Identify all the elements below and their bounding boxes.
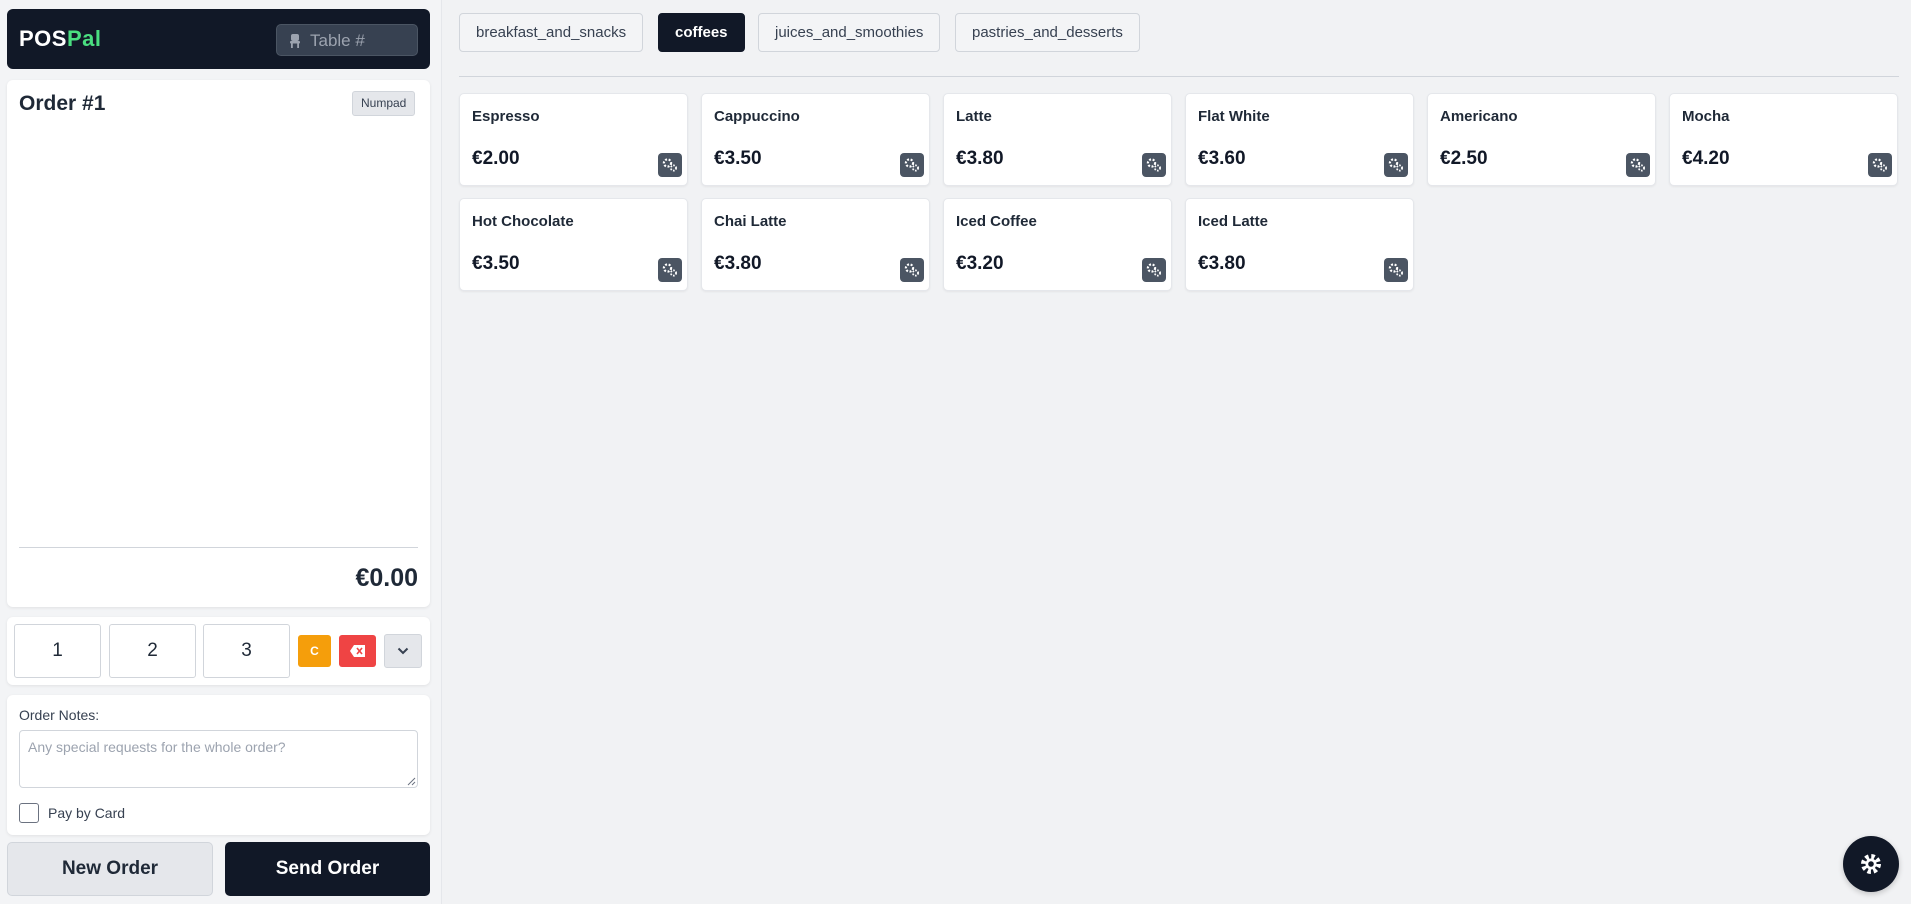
- gears-icon: [904, 263, 919, 277]
- tab-coffees[interactable]: coffees: [658, 13, 745, 52]
- table-number-field[interactable]: [276, 24, 418, 56]
- product-name: Iced Latte: [1198, 213, 1269, 230]
- product-price: €3.50: [472, 253, 520, 274]
- resize-grip-icon[interactable]: [407, 777, 416, 786]
- numpad-collapse-button[interactable]: [384, 634, 422, 668]
- order-notes-panel: Order Notes: Pay by Card: [7, 695, 430, 835]
- product-price: €2.00: [472, 148, 520, 169]
- product-name: Hot Chocolate: [472, 213, 574, 230]
- product-options-button[interactable]: [1142, 153, 1166, 177]
- pos-app: POSPal Order #1 Numpad €0.00 1 2 3 C: [0, 0, 1911, 904]
- numpad-toggle-button[interactable]: Numpad: [352, 91, 416, 116]
- product-card[interactable]: Latte €3.80: [943, 93, 1172, 186]
- product-price: €3.80: [956, 148, 1004, 169]
- product-name: Flat White: [1198, 108, 1270, 125]
- pay-by-card-checkbox[interactable]: [19, 803, 39, 823]
- numpad-key-2[interactable]: 2: [109, 624, 196, 678]
- gears-icon: [1146, 263, 1161, 277]
- numpad-key-1[interactable]: 1: [14, 624, 101, 678]
- product-name: Americano: [1440, 108, 1518, 125]
- order-sidebar: POSPal Order #1 Numpad €0.00 1 2 3 C: [0, 0, 442, 904]
- order-total: €0.00: [355, 564, 418, 592]
- product-name: Latte: [956, 108, 992, 125]
- brand-bar: POSPal: [7, 9, 430, 69]
- product-options-button[interactable]: [1142, 258, 1166, 282]
- send-order-button[interactable]: Send Order: [225, 842, 430, 896]
- logo-pal: Pal: [66, 26, 102, 51]
- product-card[interactable]: Iced Coffee €3.20: [943, 198, 1172, 291]
- gears-icon: [662, 158, 677, 172]
- settings-button[interactable]: [1843, 836, 1899, 892]
- numpad-key-3[interactable]: 3: [203, 624, 290, 678]
- product-card[interactable]: Chai Latte €3.80: [701, 198, 930, 291]
- gears-icon: [662, 263, 677, 277]
- product-price: €3.50: [714, 148, 762, 169]
- pay-by-card-label[interactable]: Pay by Card: [48, 805, 125, 821]
- product-price: €2.50: [1440, 148, 1488, 169]
- order-notes-label: Order Notes:: [19, 707, 100, 723]
- chair-icon: [290, 34, 300, 48]
- tab-pastries-and-desserts[interactable]: pastries_and_desserts: [955, 13, 1140, 52]
- product-name: Chai Latte: [714, 213, 787, 230]
- product-card[interactable]: Mocha €4.20: [1669, 93, 1898, 186]
- numpad: 1 2 3 C: [7, 617, 430, 685]
- product-options-button[interactable]: [658, 258, 682, 282]
- gears-icon: [1630, 158, 1645, 172]
- gears-icon: [1146, 158, 1161, 172]
- product-options-button[interactable]: [1384, 153, 1408, 177]
- current-order-panel: Order #1 Numpad €0.00: [7, 80, 430, 607]
- product-price: €4.20: [1682, 148, 1730, 169]
- order-divider: [19, 547, 418, 548]
- app-logo: POSPal: [19, 26, 102, 52]
- product-options-button[interactable]: [900, 153, 924, 177]
- product-name: Cappuccino: [714, 108, 800, 125]
- gears-icon: [1388, 158, 1403, 172]
- product-card[interactable]: Cappuccino €3.50: [701, 93, 930, 186]
- product-name: Espresso: [472, 108, 540, 125]
- product-price: €3.60: [1198, 148, 1246, 169]
- product-price: €3.80: [1198, 253, 1246, 274]
- product-price: €3.80: [714, 253, 762, 274]
- product-card[interactable]: Hot Chocolate €3.50: [459, 198, 688, 291]
- tab-juices-and-smoothies[interactable]: juices_and_smoothies: [758, 13, 941, 52]
- chevron-down-icon: [397, 647, 409, 655]
- product-card[interactable]: Espresso €2.00: [459, 93, 688, 186]
- product-name: Mocha: [1682, 108, 1730, 125]
- product-options-button[interactable]: [1626, 153, 1650, 177]
- order-title: Order #1: [19, 92, 106, 115]
- product-card[interactable]: Flat White €3.60: [1185, 93, 1414, 186]
- product-card[interactable]: Americano €2.50: [1427, 93, 1656, 186]
- new-order-button[interactable]: New Order: [7, 842, 213, 896]
- tab-breakfast-and-snacks[interactable]: breakfast_and_snacks: [459, 13, 644, 52]
- gears-icon: [1872, 158, 1887, 172]
- product-options-button[interactable]: [658, 153, 682, 177]
- gears-icon: [904, 158, 919, 172]
- gear-icon: [1861, 854, 1881, 874]
- product-price: €3.20: [956, 253, 1004, 274]
- product-card[interactable]: Iced Latte €3.80: [1185, 198, 1414, 291]
- backspace-icon: [350, 645, 365, 657]
- gears-icon: [1388, 263, 1403, 277]
- product-options-button[interactable]: [900, 258, 924, 282]
- clear-button[interactable]: C: [298, 635, 331, 667]
- product-options-button[interactable]: [1868, 153, 1892, 177]
- main-divider: [459, 76, 1899, 77]
- table-number-input[interactable]: [310, 30, 410, 52]
- order-notes-textarea[interactable]: [19, 730, 418, 788]
- logo-pos: POS: [19, 26, 67, 51]
- product-name: Iced Coffee: [956, 213, 1037, 230]
- product-options-button[interactable]: [1384, 258, 1408, 282]
- backspace-button[interactable]: [339, 635, 376, 667]
